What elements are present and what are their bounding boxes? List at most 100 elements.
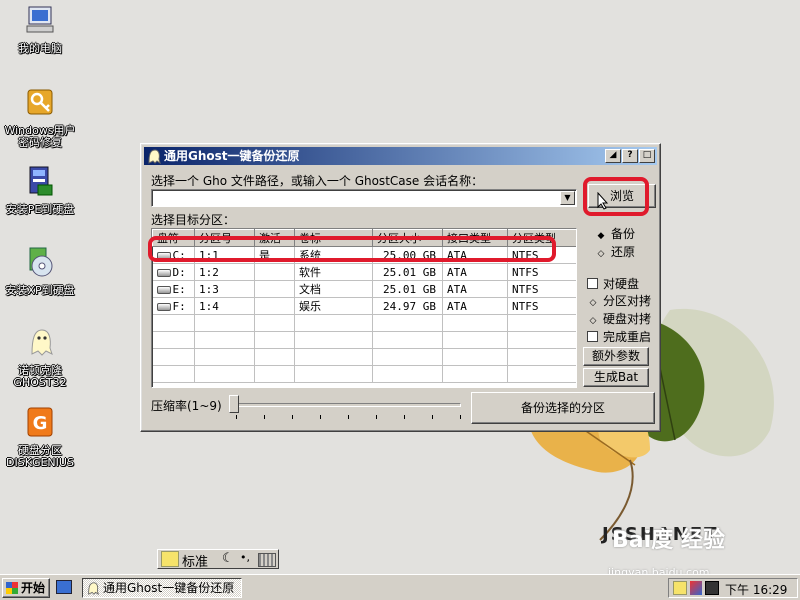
ime-logo-icon xyxy=(161,551,179,567)
svg-text:G: G xyxy=(33,413,48,434)
checkbox-label: 完成重启 xyxy=(603,330,652,344)
partition-size: 24.97 GB xyxy=(372,297,443,315)
ime-mode[interactable]: 标准 xyxy=(182,551,208,570)
slider-ticks xyxy=(236,415,461,419)
desktop-icon-my-computer[interactable]: 我的电脑 xyxy=(0,4,80,55)
backup-radio[interactable]: ◆ 备份 xyxy=(597,225,635,242)
monitor-icon[interactable] xyxy=(705,581,719,595)
partition-type: NTFS xyxy=(507,297,576,315)
desktop-icon-install-pe[interactable]: 安装PE到硬盘 xyxy=(0,165,80,216)
column-header[interactable]: 接口类型 xyxy=(442,229,508,247)
radio-unselected-icon: ◇ xyxy=(597,249,605,259)
moon-icon[interactable]: ☾ xyxy=(222,551,234,566)
diskgenius-icon: G xyxy=(27,407,53,437)
ghost-backup-window: 通用Ghost一键备份还原 ◢ ? □ 选择一个 Gho 文件路径，或输入一个 … xyxy=(140,143,661,432)
my-computer-icon xyxy=(26,6,54,33)
keyboard-icon[interactable] xyxy=(258,553,276,567)
chevron-down-icon[interactable]: ▼ xyxy=(560,191,575,205)
partition-type: NTFS xyxy=(507,246,576,264)
partition-size: 25.01 GB xyxy=(372,280,443,298)
system-tray: 下午 16:29 xyxy=(668,578,798,598)
disk-copy-radio[interactable]: ◇ 硬盘对拷 xyxy=(589,310,651,327)
partition-copy-label: 分区对拷 xyxy=(603,294,652,308)
taskbar: 开始 通用Ghost一键备份还原 下午 16:29 xyxy=(0,574,800,600)
ime-tray-icon[interactable] xyxy=(673,581,687,595)
column-header[interactable]: 卷标 xyxy=(294,229,373,247)
punctuation-icon[interactable]: •, xyxy=(240,551,250,564)
table-row[interactable]: E: 1:3 文档 25.01 GB ATA NTFS xyxy=(152,280,576,298)
partition-number: 1:3 xyxy=(194,280,255,298)
drive-icon xyxy=(156,285,171,294)
active-flag: 是 xyxy=(254,246,295,264)
drive-letter: D: xyxy=(172,265,186,279)
compression-slider-track[interactable] xyxy=(236,403,461,407)
ghost-icon xyxy=(31,329,53,356)
radio-selected-icon: ◆ xyxy=(597,231,605,241)
desktop-icon-label: 我的电脑 xyxy=(18,42,62,55)
column-header[interactable]: 分区类型 xyxy=(507,229,576,247)
radio-unselected-icon: ◇ xyxy=(589,298,597,308)
table-row[interactable]: D: 1:2 软件 25.01 GB ATA NTFS xyxy=(152,263,576,281)
desktop-icon-install-xp[interactable]: 安装XP到硬盘 xyxy=(0,246,80,297)
checkbox-box xyxy=(587,331,598,342)
interface-type: ATA xyxy=(442,246,508,264)
context-help-button[interactable]: ◢ xyxy=(605,149,621,163)
drive-letter: C: xyxy=(172,248,186,262)
clock[interactable]: 下午 16:29 xyxy=(725,581,787,598)
gho-path-combobox[interactable]: ▼ xyxy=(151,189,577,207)
partition-number: 1:2 xyxy=(194,263,255,281)
table-row[interactable]: F: 1:4 娱乐 24.97 GB ATA NTFS xyxy=(152,297,576,315)
generate-bat-button[interactable]: 生成Bat xyxy=(583,368,649,387)
restore-radio-label: 还原 xyxy=(611,245,636,259)
column-header[interactable]: 分区大小 xyxy=(372,229,443,247)
restore-radio[interactable]: ◇ 还原 xyxy=(597,243,635,260)
backup-radio-label: 备份 xyxy=(611,227,636,241)
drive-icon xyxy=(156,302,171,311)
windows-logo-icon xyxy=(6,582,18,594)
compression-label: 压缩率(1~9) xyxy=(151,399,222,413)
maximize-button[interactable]: □ xyxy=(639,149,655,163)
table-row xyxy=(152,348,576,366)
target-partition-label: 选择目标分区： xyxy=(151,213,236,227)
column-header[interactable]: 激活 xyxy=(254,229,295,247)
window-titlebar[interactable]: 通用Ghost一键备份还原 ◢ ? □ xyxy=(144,147,657,165)
active-flag xyxy=(254,263,295,281)
interface-type: ATA xyxy=(442,280,508,298)
drive-letter: F: xyxy=(172,299,186,313)
disk-to-disk-checkbox[interactable]: 对硬盘 xyxy=(587,275,639,292)
partition-list[interactable]: 盘符 分区号 激活 卷标 分区大小 接口类型 分区类型 C: 1:1 是 系统 … xyxy=(151,228,577,388)
desktop-icon-ghost32[interactable]: 诺顿克隆 GHOST32 xyxy=(0,326,80,389)
table-row[interactable]: C: 1:1 是 系统 25.00 GB ATA NTFS xyxy=(152,246,576,264)
active-flag xyxy=(254,280,295,298)
show-desktop-icon[interactable] xyxy=(56,580,72,594)
partition-number: 1:1 xyxy=(194,246,255,264)
interface-type: ATA xyxy=(442,263,508,281)
table-row xyxy=(152,365,576,383)
column-header[interactable]: 盘符 xyxy=(152,229,195,247)
drive-icon xyxy=(156,251,171,260)
backup-selected-partition-button[interactable]: 备份选择的分区 xyxy=(471,392,655,424)
partition-copy-radio[interactable]: ◇ 分区对拷 xyxy=(589,292,651,309)
extra-params-button[interactable]: 额外参数 xyxy=(583,347,649,366)
column-header[interactable]: 分区号 xyxy=(194,229,255,247)
pen-icon[interactable] xyxy=(690,581,702,595)
reboot-checkbox[interactable]: 完成重启 xyxy=(587,328,651,345)
key-icon xyxy=(27,89,53,115)
start-button[interactable]: 开始 xyxy=(2,578,50,598)
interface-type: ATA xyxy=(442,297,508,315)
mouse-cursor-icon xyxy=(597,192,609,210)
radio-unselected-icon: ◇ xyxy=(589,316,597,326)
desktop-icon-label: GHOST32 xyxy=(13,376,67,389)
start-label: 开始 xyxy=(21,581,46,595)
partition-size: 25.00 GB xyxy=(372,246,443,264)
checkbox-box xyxy=(587,278,598,289)
desktop-icon-diskgenius[interactable]: G 硬盘分区 DISKGENIUS xyxy=(0,406,80,469)
taskbar-window-button[interactable]: 通用Ghost一键备份还原 xyxy=(82,578,242,598)
compression-slider-thumb[interactable] xyxy=(229,395,239,413)
table-row xyxy=(152,331,576,349)
ime-toolbar[interactable]: 标准 ☾ •, xyxy=(157,549,279,570)
help-button[interactable]: ? xyxy=(622,149,638,163)
taskbar-window-title: 通用Ghost一键备份还原 xyxy=(103,581,235,595)
desktop-icon-password-repair[interactable]: Windows用户 密码修复 xyxy=(0,86,80,149)
ghost-icon xyxy=(148,149,161,164)
